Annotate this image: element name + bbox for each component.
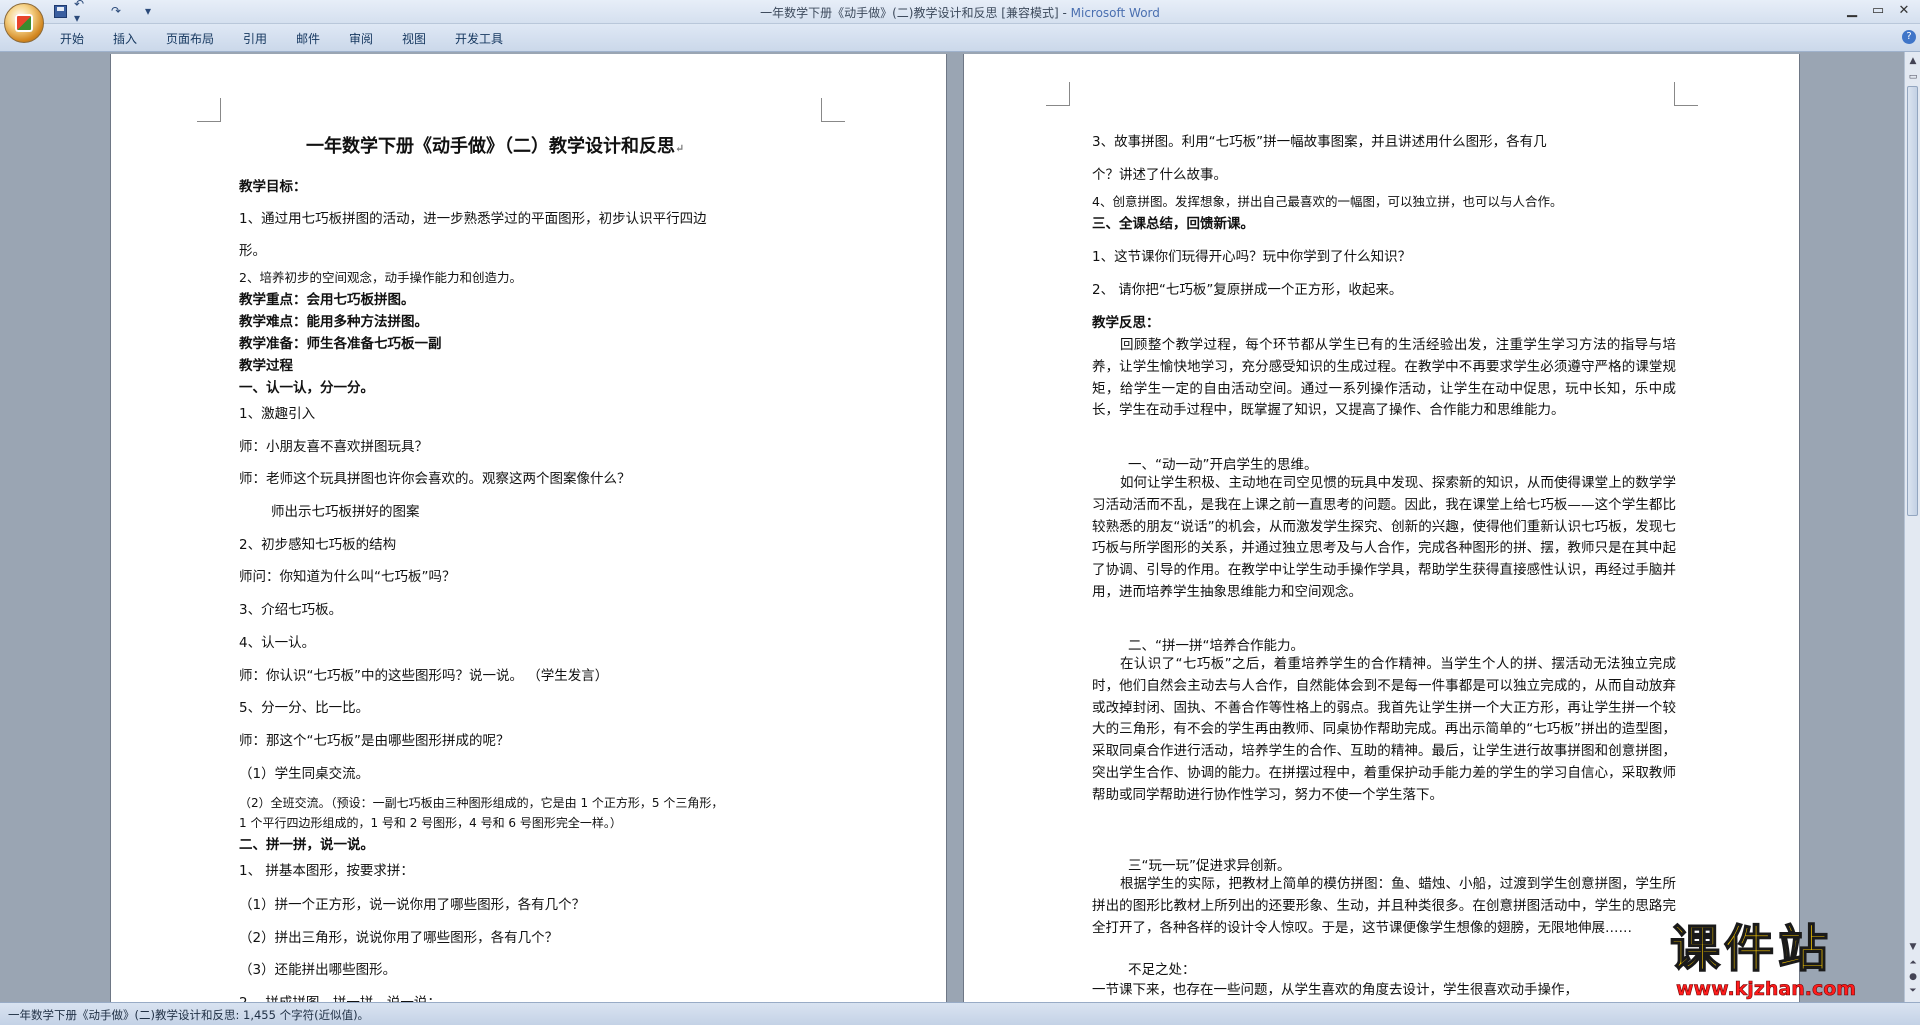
line: 个？讲述了什么故事。 xyxy=(1092,167,1227,183)
line: 师：那这个“七巧板”是由哪些图形拼成的呢？ xyxy=(239,733,510,749)
document-title: 一年数学下册《动手做》(二)教学设计和反思 [兼容模式] xyxy=(760,6,1059,20)
line: 1、激趣引入 xyxy=(239,406,316,422)
line: 师：你认识“七巧板”中的这些图形吗？说一说。 （学生发言） xyxy=(239,668,609,684)
help-icon[interactable]: ? xyxy=(1902,30,1916,44)
document-title-heading: 一年数学下册《动手做》（二）教学设计和反思↵ xyxy=(306,136,685,157)
reflection-paragraph: 在认识了“七巧板”之后，着重培养学生的合作精神。当学生个人的拼、摆活动无法独立完… xyxy=(1092,656,1676,803)
line: 3、介绍七巧板。 xyxy=(239,602,343,618)
scrollbar-thumb[interactable] xyxy=(1907,86,1918,516)
minimize-button[interactable]: ▁ xyxy=(1840,2,1864,20)
reflection-paragraph: 根据学生的实际，把教材上简单的模仿拼图：鱼、蜡烛、小船，过渡到学生创意拼图，学生… xyxy=(1092,876,1676,936)
document-workspace: 一年数学下册《动手做》（二）教学设计和反思↵ 教学目标： 1、通过用七巧板拼图的… xyxy=(0,52,1920,1002)
line: 师：小朋友喜不喜欢拼图玩具？ xyxy=(239,439,428,455)
status-word-count[interactable]: 一年数学下册《动手做》(二)教学设计和反思: 1,455 个字符(近似值)。 xyxy=(8,1007,369,1023)
line: 2、初步感知七巧板的结构 xyxy=(239,537,397,553)
line: （2）全班交流。（预设：一副七巧板由三种图形组成的，它是由 1 个正方形，5 个… xyxy=(239,796,724,810)
crop-mark xyxy=(1046,82,1070,106)
line: 三、全课总结，回馈新课。 xyxy=(1092,216,1254,232)
tab-review[interactable]: 审阅 xyxy=(349,30,373,47)
watermark-logo: 课件站 www.kjzhan.com xyxy=(1669,919,1902,1002)
scroll-down-icon[interactable]: ▼ xyxy=(1906,940,1920,954)
ribbon-tab-bar: 开始 插入 页面布局 引用 邮件 审阅 视图 开发工具 ? xyxy=(0,24,1920,52)
reflection-paragraph: 如何让学生积极、主动地在司空见惯的玩具中发现、探索新的知识，从而使得课堂上的数学… xyxy=(1092,475,1676,600)
status-bar: 一年数学下册《动手做》(二)教学设计和反思: 1,455 个字符(近似值)。 xyxy=(0,1002,1920,1025)
tab-mailings[interactable]: 邮件 xyxy=(296,30,320,47)
app-name: Microsoft Word xyxy=(1070,6,1160,20)
maximize-button[interactable]: ▭ xyxy=(1866,2,1890,20)
line: 师：老师这个玩具拼图也许你会喜欢的。观察这两个图案像什么？ xyxy=(239,471,631,487)
line: （2）拼出三角形，说说你用了哪些图形，各有几个？ xyxy=(239,930,559,946)
line: 师出示七巧板拼好的图案 xyxy=(271,504,420,520)
ruler-toggle-icon[interactable]: ▭ xyxy=(1906,70,1920,84)
line: 教学准备：师生各准备七巧板一副 xyxy=(239,336,442,352)
tab-home[interactable]: 开始 xyxy=(60,30,84,47)
line: 教学目标： xyxy=(239,179,307,195)
line: 2、培养初步的空间观念，动手操作能力和创造力。 xyxy=(239,270,522,285)
line: （3）还能拼出哪些图形。 xyxy=(239,962,397,978)
office-button[interactable] xyxy=(4,3,44,43)
reflection-heading: 三“玩一玩”促进求异创新。 xyxy=(1128,858,1291,874)
vertical-scrollbar[interactable]: ▲ ▭ ▼ ⏶ ● ⏷ xyxy=(1904,52,1920,1002)
line: 教学反思： xyxy=(1092,315,1160,331)
select-browse-object-icon[interactable]: ● xyxy=(1906,970,1920,984)
title-bar: ↶ ▾ ↷ ▾ 一年数学下册《动手做》(二)教学设计和反思 [兼容模式] - M… xyxy=(0,0,1920,25)
reflection-heading: 一、“动一动”开启学生的思维。 xyxy=(1128,457,1318,473)
line: 一节课下来，也存在一些问题，从学生喜欢的角度去设计，学生很喜欢动手操作， xyxy=(1092,982,1578,998)
next-page-icon[interactable]: ⏷ xyxy=(1906,984,1920,998)
reflection-paragraph: 回顾整个教学过程，每个环节都从学生已有的生活经验出发，注重学生学习方法的指导与培… xyxy=(1092,337,1676,419)
watermark-title: 课件站 xyxy=(1669,919,1832,979)
line: 4、认一认。 xyxy=(239,635,316,651)
line: 教学重点：会用七巧板拼图。 xyxy=(239,292,415,308)
office-logo-icon xyxy=(15,14,33,32)
line: 2、 拼成拼图，拼一拼，说一说： xyxy=(239,994,441,1002)
previous-page-icon[interactable]: ⏶ xyxy=(1906,956,1920,970)
close-button[interactable]: ✕ xyxy=(1892,2,1916,20)
line: 1 个平行四边形组成的，1 号和 2 号图形，4 号和 6 号图形完全一样。） xyxy=(239,816,622,830)
tab-page-layout[interactable]: 页面布局 xyxy=(166,30,214,47)
crop-mark xyxy=(821,98,845,122)
line: 教学难点：能用多种方法拼图。 xyxy=(239,314,428,330)
window-title: 一年数学下册《动手做》(二)教学设计和反思 [兼容模式] - Microsoft… xyxy=(760,6,1160,20)
crop-mark xyxy=(197,98,221,122)
line: 1、这节课你们玩得开心吗？玩中你学到了什么知识？ xyxy=(1092,249,1412,265)
line: 教学过程 xyxy=(239,358,293,374)
line: 一、认一认，分一分。 xyxy=(239,380,374,396)
line: （1）拼一个正方形，说一说你用了哪些图形，各有几个？ xyxy=(239,897,586,913)
line: 1、 拼基本图形，按要求拼： xyxy=(239,863,414,879)
scroll-up-icon[interactable]: ▲ xyxy=(1906,54,1920,68)
watermark-url: www.kjzhan.com xyxy=(1676,978,1857,1001)
line: 1、通过用七巧板拼图的活动，进一步熟悉学过的平面图形，初步认识平行四边 xyxy=(239,211,707,227)
reflection-heading: 不足之处： xyxy=(1128,962,1196,978)
document-page-right[interactable]: 3、故事拼图。利用“七巧板”拼一幅故事图案，并且讲述用什么图形，各有几 个？讲述… xyxy=(963,54,1800,1002)
line: 师问：你知道为什么叫“七巧板”吗？ xyxy=(239,569,456,585)
reflection-heading: 二、“拼一拼“培养合作能力。 xyxy=(1128,638,1304,654)
tab-insert[interactable]: 插入 xyxy=(113,30,137,47)
line: （1）学生同桌交流。 xyxy=(239,766,370,782)
document-page-left[interactable]: 一年数学下册《动手做》（二）教学设计和反思↵ 教学目标： 1、通过用七巧板拼图的… xyxy=(110,54,947,1002)
tab-references[interactable]: 引用 xyxy=(243,30,267,47)
line: 2、 请你把“七巧板”复原拼成一个正方形，收起来。 xyxy=(1092,282,1403,298)
tab-view[interactable]: 视图 xyxy=(402,30,426,47)
tab-developer[interactable]: 开发工具 xyxy=(455,30,503,47)
crop-mark xyxy=(1674,82,1698,106)
line: 二、拼一拼，说一说。 xyxy=(239,837,374,853)
line: 4、创意拼图。发挥想象，拼出自己最喜欢的一幅图，可以独立拼，也可以与人合作。 xyxy=(1092,194,1563,209)
line: 形。 xyxy=(239,243,266,259)
line: 5、分一分、比一比。 xyxy=(239,700,370,716)
line: 3、故事拼图。利用“七巧板”拼一幅故事图案，并且讲述用什么图形，各有几 xyxy=(1092,134,1547,150)
